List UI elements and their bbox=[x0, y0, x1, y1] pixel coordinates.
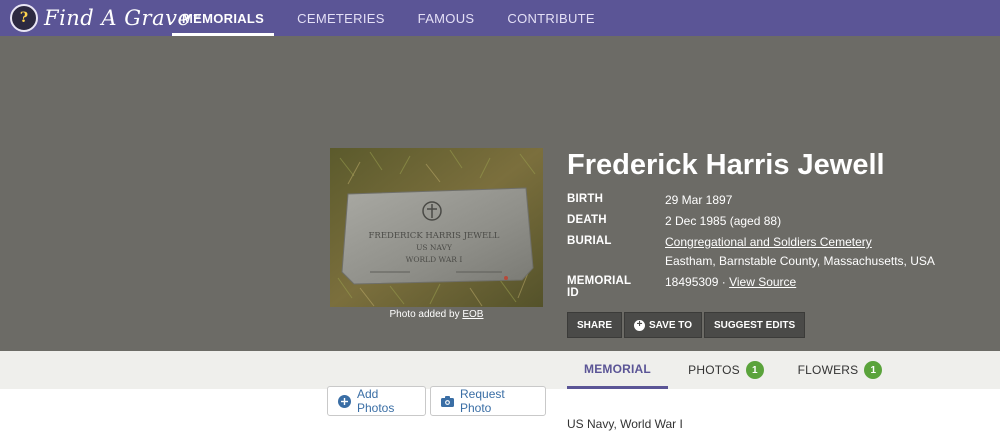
memorial-bio: US Navy, World War I bbox=[567, 417, 683, 431]
headstone-photo[interactable]: FREDERICK HARRIS JEWELL US NAVY WORLD WA… bbox=[330, 148, 543, 307]
request-photo-label: Request Photo bbox=[460, 387, 505, 415]
stone-name-text: FREDERICK HARRIS JEWELL bbox=[369, 231, 500, 241]
memorial-id-value-group: 18495309 · View Source bbox=[665, 275, 796, 289]
photo-caption-prefix: Photo added by bbox=[389, 309, 463, 320]
memorial-id-separator: · bbox=[718, 275, 730, 289]
cemetery-link[interactable]: Congregational and Soldiers Cemetery bbox=[665, 235, 872, 249]
memorial-id-label: MEMORIAL ID bbox=[567, 275, 631, 299]
death-label: DEATH bbox=[567, 214, 607, 226]
add-photos-button[interactable]: Add Photos bbox=[327, 386, 426, 416]
save-to-button[interactable]: + SAVE TO bbox=[624, 312, 702, 338]
nav-famous[interactable]: FAMOUS bbox=[408, 0, 485, 36]
birth-value: 29 Mar 1897 bbox=[665, 193, 733, 207]
share-button[interactable]: SHARE bbox=[567, 312, 623, 338]
photo-caption: Photo added by EOB bbox=[330, 309, 543, 320]
memorial-tabs: MEMORIAL PHOTOS 1 FLOWERS 1 bbox=[0, 351, 1000, 389]
headstone-photo-image: FREDERICK HARRIS JEWELL US NAVY WORLD WA… bbox=[330, 148, 543, 307]
main-nav: MEMORIALS CEMETERIES FAMOUS CONTRIBUTE bbox=[172, 0, 618, 36]
plus-icon: + bbox=[634, 319, 646, 331]
suggest-edits-button[interactable]: SUGGEST EDITS bbox=[704, 312, 806, 338]
add-photos-label: Add Photos bbox=[357, 387, 395, 415]
stone-branch-text: US NAVY bbox=[416, 243, 453, 252]
tab-photos-label: PHOTOS bbox=[688, 363, 740, 377]
add-circle-icon bbox=[338, 394, 351, 408]
burial-value: Congregational and Soldiers Cemetery Eas… bbox=[665, 235, 935, 268]
view-source-link[interactable]: View Source bbox=[729, 275, 796, 289]
save-to-label: SAVE TO bbox=[649, 319, 692, 331]
tab-flowers[interactable]: FLOWERS 1 bbox=[790, 351, 890, 389]
burial-label: BURIAL bbox=[567, 235, 612, 247]
photos-count-badge: 1 bbox=[745, 361, 764, 379]
burial-location: Eastham, Barnstable County, Massachusett… bbox=[665, 254, 935, 268]
death-value: 2 Dec 1985 (aged 88) bbox=[665, 214, 782, 228]
stone-war-text: WORLD WAR I bbox=[406, 255, 463, 264]
memorial-id-value: 18495309 bbox=[665, 275, 719, 289]
memorial-hero: FREDERICK HARRIS JEWELL US NAVY WORLD WA… bbox=[0, 36, 1000, 351]
nav-cemeteries[interactable]: CEMETERIES bbox=[287, 0, 395, 36]
flowers-count-badge: 1 bbox=[864, 361, 883, 379]
memorial-actions: SHARE + SAVE TO SUGGEST EDITS bbox=[567, 312, 806, 338]
nav-memorials[interactable]: MEMORIALS bbox=[172, 0, 275, 36]
tab-flowers-label: FLOWERS bbox=[797, 363, 859, 377]
tab-photos[interactable]: PHOTOS 1 bbox=[676, 351, 776, 389]
birth-label: BIRTH bbox=[567, 193, 604, 205]
tab-memorial[interactable]: MEMORIAL bbox=[567, 351, 668, 389]
photo-contributor-link[interactable]: EOB bbox=[462, 309, 483, 320]
nav-contribute[interactable]: CONTRIBUTE bbox=[497, 0, 605, 36]
memorial-name: Frederick Harris Jewell bbox=[567, 149, 885, 181]
request-photo-button[interactable]: Request Photo bbox=[430, 386, 546, 416]
camera-icon bbox=[441, 395, 454, 407]
top-navigation-bar: ? Find A Grave ™ MEMORIALS CEMETERIES FA… bbox=[0, 0, 1000, 36]
logo-text: Find A Grave bbox=[44, 6, 191, 30]
logo-question-icon: ? bbox=[10, 4, 38, 32]
